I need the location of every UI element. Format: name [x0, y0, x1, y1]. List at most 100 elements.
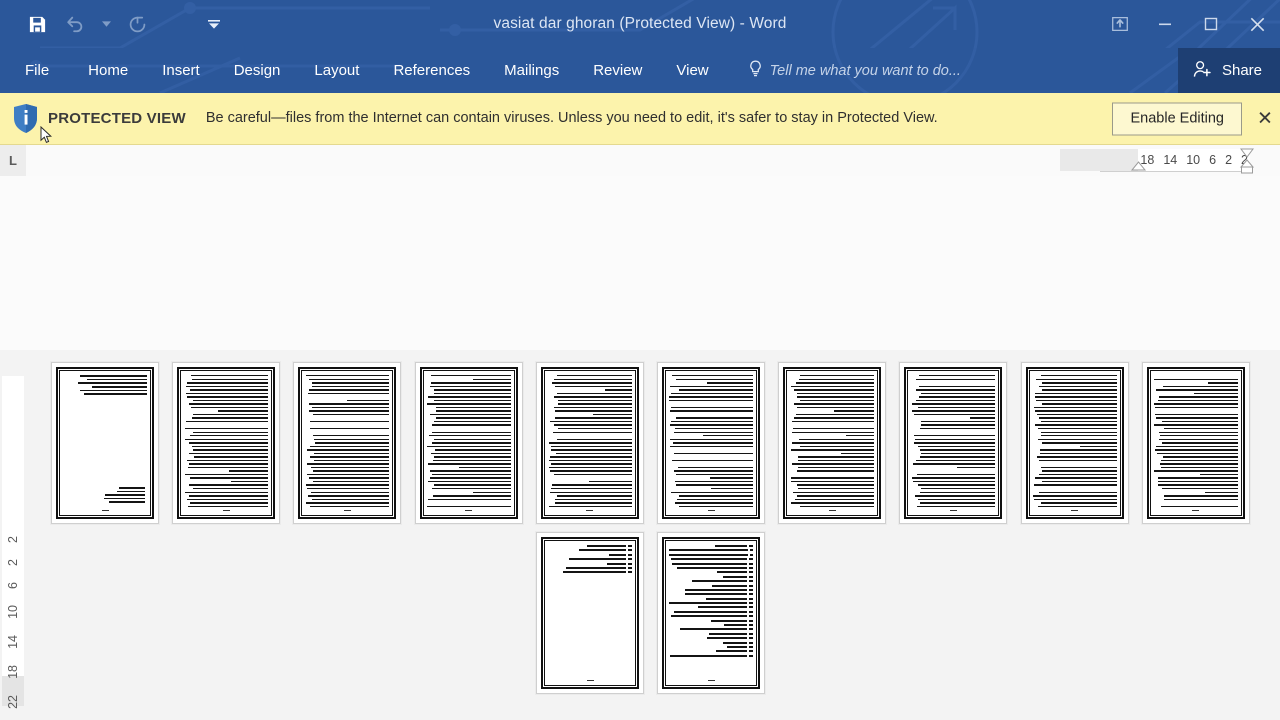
undo-dropdown-arrow[interactable]	[94, 7, 118, 41]
tab-review[interactable]: Review	[576, 48, 659, 93]
text-line	[431, 431, 511, 433]
index-entry	[669, 645, 754, 648]
text-line	[1154, 403, 1238, 405]
index-entry	[669, 619, 754, 622]
undo-button[interactable]	[56, 7, 94, 41]
close-icon[interactable]	[1234, 0, 1280, 48]
page-thumbnail[interactable]	[51, 362, 159, 524]
text-line	[312, 413, 390, 416]
text-line	[553, 473, 632, 476]
text-line	[1037, 438, 1117, 440]
text-line	[189, 435, 269, 437]
text-line	[675, 378, 753, 380]
text-line	[557, 375, 632, 377]
tab-view[interactable]: View	[659, 48, 725, 93]
index-entry-text	[715, 650, 748, 653]
index-entry	[669, 632, 754, 635]
close-protected-view-bar-button[interactable]: ✕	[1254, 107, 1276, 130]
redo-button[interactable]	[118, 7, 156, 41]
tab-stop-selector[interactable]: L	[0, 145, 26, 176]
text-line	[548, 442, 632, 444]
ribbon-display-options-icon[interactable]	[1098, 0, 1142, 48]
text-line	[678, 505, 753, 508]
text-line	[312, 480, 390, 483]
text-line	[1161, 459, 1238, 462]
text-line	[557, 438, 632, 440]
page-thumbnail[interactable]	[657, 362, 765, 524]
text-line	[671, 491, 753, 493]
text-line	[427, 505, 511, 508]
index-entry-text	[586, 545, 626, 547]
text-line	[916, 378, 996, 380]
text-line	[431, 375, 511, 377]
document-canvas[interactable]: 2 2 6 10 14 18 22	[0, 176, 1280, 720]
page-thumbnail[interactable]	[535, 362, 644, 524]
enable-editing-button[interactable]: Enable Editing	[1112, 102, 1242, 135]
text-line	[185, 473, 269, 476]
index-page-number	[749, 588, 754, 591]
index-page-number	[628, 562, 632, 565]
text-line	[189, 463, 269, 465]
tell-me-search[interactable]: Tell me what you want to do...	[748, 60, 961, 82]
vruler-mark: 18	[5, 664, 20, 679]
tab-design[interactable]: Design	[217, 48, 298, 93]
page-thumbnail[interactable]	[1141, 362, 1250, 524]
horizontal-ruler-marks: 18 14 10 6 2 2	[1140, 149, 1248, 171]
index-entry-text	[670, 558, 748, 561]
page-thumbnail[interactable]	[172, 362, 281, 524]
save-button[interactable]	[18, 7, 56, 41]
text-line	[310, 420, 390, 423]
vruler-mark: 22	[5, 694, 20, 709]
text-line	[1040, 431, 1117, 433]
tab-insert[interactable]: Insert	[145, 48, 217, 93]
tab-references[interactable]: References	[376, 48, 487, 93]
text-line	[435, 449, 511, 451]
text-line	[306, 375, 390, 377]
right-indent-markers[interactable]	[1238, 147, 1256, 180]
text-line	[919, 491, 996, 493]
index-page-number	[749, 632, 754, 635]
index-page-number	[749, 628, 754, 631]
vruler-mark: 14	[5, 634, 20, 649]
page-folio	[416, 508, 522, 512]
text-line	[309, 477, 390, 479]
text-line	[1160, 466, 1238, 469]
page-thumbnail[interactable]	[536, 532, 644, 694]
text-line	[915, 399, 996, 402]
minimize-icon[interactable]	[1142, 0, 1188, 48]
tab-mailings[interactable]: Mailings	[487, 48, 576, 93]
tab-home[interactable]: Home	[71, 48, 145, 93]
share-button[interactable]: Share	[1177, 48, 1280, 93]
page-thumbnail[interactable]	[899, 362, 1008, 524]
text-line	[187, 466, 269, 469]
tab-file[interactable]: File	[0, 48, 71, 93]
text-line	[312, 498, 390, 501]
index-page-number	[749, 553, 754, 556]
text-line	[191, 406, 269, 409]
page-thumbnail[interactable]	[657, 532, 766, 694]
restore-icon[interactable]	[1188, 0, 1234, 48]
left-indent-marker[interactable]	[1130, 161, 1147, 179]
text-line	[920, 424, 996, 426]
tab-layout[interactable]: Layout	[297, 48, 376, 93]
text-line	[553, 424, 632, 426]
text-line	[548, 435, 632, 436]
text-line	[188, 484, 269, 486]
page-thumbnail-grid[interactable]	[0, 176, 1280, 720]
text-line	[189, 452, 269, 455]
text-line	[675, 502, 753, 504]
text-line	[548, 466, 632, 469]
page-text-block	[548, 375, 632, 509]
text-line	[912, 463, 996, 465]
index-entry	[548, 545, 632, 547]
share-label: Share	[1221, 62, 1262, 79]
text-line	[549, 470, 632, 472]
text-line	[1157, 484, 1238, 486]
page-thumbnail[interactable]	[414, 362, 523, 524]
index-entry-text	[691, 580, 748, 583]
text-line	[557, 392, 632, 395]
page-thumbnail[interactable]	[293, 362, 402, 524]
customize-quick-access-toolbar-button[interactable]	[202, 7, 226, 41]
page-thumbnail[interactable]	[778, 362, 887, 524]
page-thumbnail[interactable]	[1020, 362, 1129, 524]
